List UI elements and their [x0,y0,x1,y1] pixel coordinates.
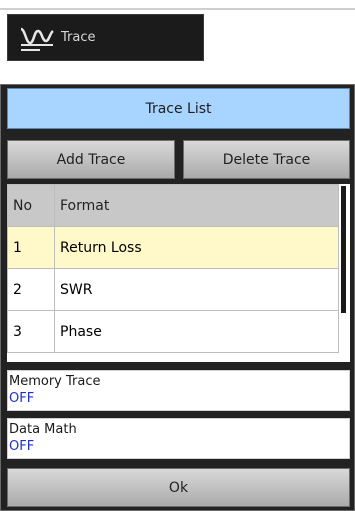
trace-table: No Format 1 Return Loss 2 SWR 3 Phase [7,184,339,353]
cell-no: 1 [7,226,55,269]
table-row[interactable]: 2 SWR [7,268,339,311]
column-header-format: Format [54,184,339,227]
trace-icon [20,27,54,51]
panel-title: Trace List [7,88,350,129]
trace-table-area: No Format 1 Return Loss 2 SWR 3 Phase [7,184,350,362]
table-header-row: No Format [7,184,339,227]
table-row[interactable]: 1 Return Loss [7,226,339,269]
cell-format: Phase [54,310,339,353]
cell-no: 2 [7,268,55,311]
cell-format: SWR [54,268,339,311]
column-header-no: No [7,184,55,227]
memory-trace-label: Memory Trace [9,374,101,389]
add-trace-button[interactable]: Add Trace [7,140,175,179]
ok-button[interactable]: Ok [7,468,350,507]
table-row[interactable]: 3 Phase [7,310,339,353]
data-math-value: OFF [9,439,35,454]
cell-no: 3 [7,310,55,353]
cell-format: Return Loss [54,226,339,269]
trace-list-panel: Trace List Add Trace Delete Trace No For… [0,84,355,511]
memory-trace-setting[interactable]: Memory Trace OFF [7,370,350,411]
table-scrollbar[interactable] [341,186,346,313]
trace-button[interactable]: Trace [7,14,204,61]
data-math-setting[interactable]: Data Math OFF [7,418,350,459]
memory-trace-value: OFF [9,391,35,406]
delete-trace-button[interactable]: Delete Trace [183,140,350,179]
trace-button-label: Trace [61,30,96,45]
top-divider [0,8,355,10]
data-math-label: Data Math [9,422,77,437]
